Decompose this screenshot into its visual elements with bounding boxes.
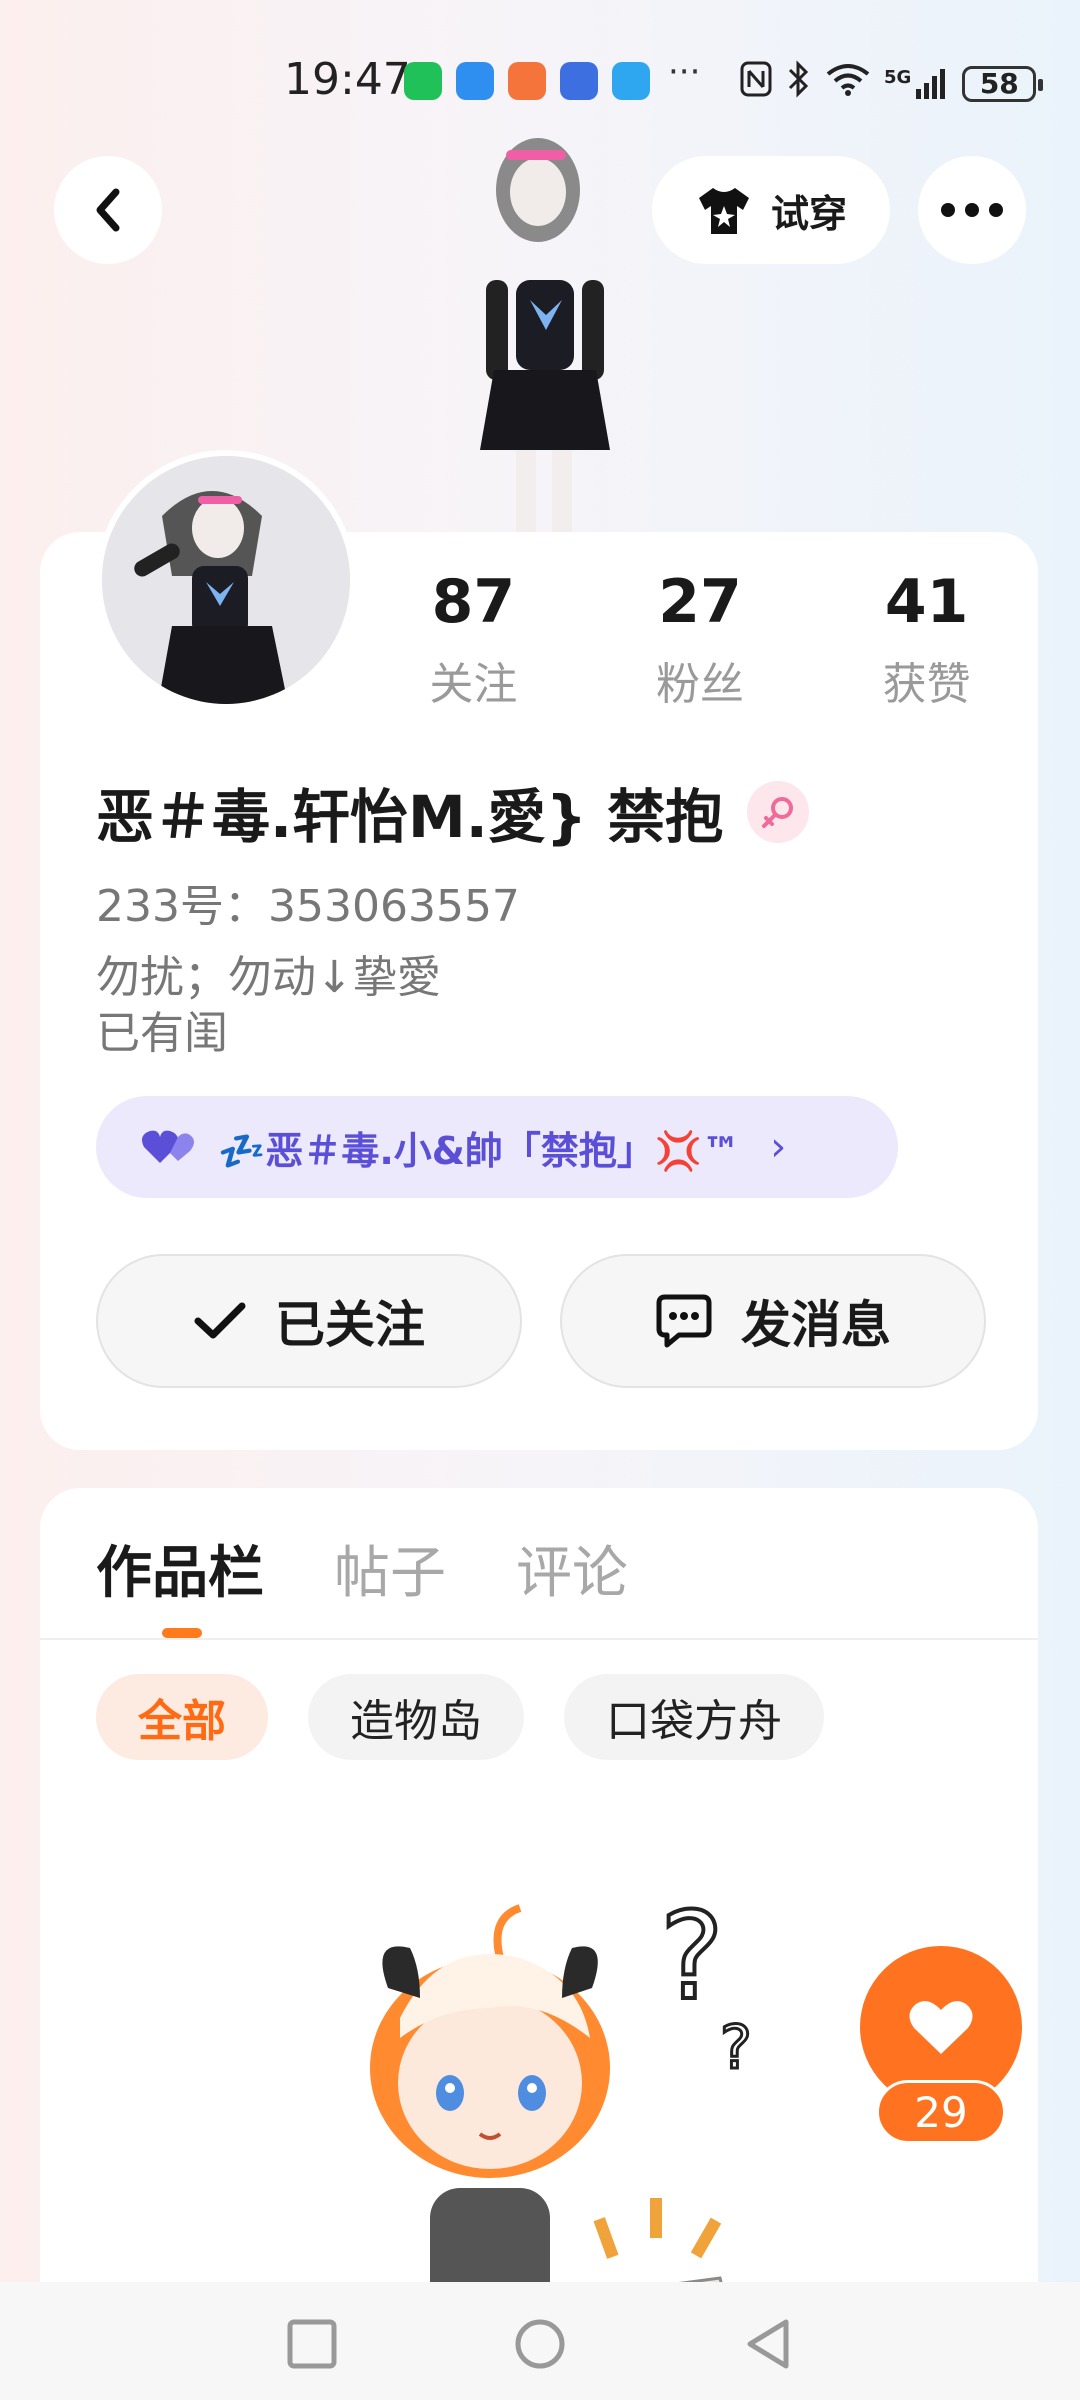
tab-works[interactable]: 作品栏: [96, 1528, 264, 1609]
chip-creation-island[interactable]: 造物岛: [308, 1674, 524, 1760]
double-heart-icon: [142, 1130, 194, 1163]
username-row: 恶＃毒.轩怡M.愛} 禁抱: [96, 770, 810, 854]
filter-chips: 全部 造物岛 口袋方舟: [96, 1674, 824, 1760]
female-gender-icon: [747, 781, 810, 843]
nfc-icon: [740, 61, 772, 106]
bluetooth-icon: [786, 60, 812, 107]
bio-line-2: 已有闺: [96, 1008, 228, 1059]
stat-following[interactable]: 87 关注: [360, 566, 587, 712]
username: 恶＃毒.轩怡M.愛} 禁抱: [96, 783, 724, 851]
bio-line-1: 勿扰；勿动↓挚愛: [96, 952, 441, 1003]
stat-followers-count: 27: [658, 567, 742, 637]
home-circle-icon[interactable]: [512, 2316, 568, 2372]
status-app-icons: [404, 62, 650, 100]
network-type-label: 5G: [884, 66, 912, 88]
avatar[interactable]: [96, 450, 356, 710]
back-triangle-icon[interactable]: [740, 2316, 796, 2372]
status-indicators: 5G 58: [740, 60, 1044, 107]
like-count: 29: [876, 2080, 1006, 2144]
app-store-icon: [508, 62, 546, 100]
more-options-button[interactable]: [918, 156, 1026, 264]
profile-stats: 87 关注 27 粉丝 41 获赞: [360, 566, 1040, 712]
tabs-divider: [40, 1638, 1038, 1640]
chip-all[interactable]: 全部: [96, 1674, 268, 1760]
status-time: 19:47: [284, 54, 411, 105]
stat-following-count: 87: [431, 567, 516, 637]
tshirt-icon: [698, 188, 749, 234]
chevron-right-icon: ›: [770, 1124, 787, 1170]
chip-pocket-ark[interactable]: 口袋方舟: [564, 1674, 824, 1760]
more-dots-icon: [941, 203, 1003, 217]
back-button[interactable]: [54, 156, 162, 264]
try-on-button[interactable]: 试穿: [652, 156, 890, 264]
works-tabs: 作品栏 帖子 评论: [96, 1528, 628, 1609]
system-nav-bar: [0, 2282, 1080, 2400]
user-id: 233号：353063557: [96, 881, 520, 932]
stat-followers[interactable]: 27 粉丝: [587, 566, 814, 712]
works-card: 作品栏 帖子 评论 全部 造物岛 口袋方舟 ? ?: [40, 1488, 1038, 2400]
family-link[interactable]: 💤恶＃毒.小&帥「禁抱」💢™ ›: [96, 1096, 898, 1198]
svg-text:?: ?: [720, 2013, 752, 2083]
weather-icon: [612, 62, 650, 100]
chevron-left-icon: [96, 188, 120, 232]
following-label: 已关注: [275, 1296, 425, 1354]
checkmark-icon: [194, 1302, 246, 1339]
tab-comments[interactable]: 评论: [516, 1528, 628, 1609]
message-app-icon: [456, 62, 494, 100]
send-message-label: 发消息: [741, 1296, 891, 1354]
heart-icon: [909, 2001, 973, 2054]
status-more-icon: ···: [668, 52, 701, 92]
stat-likes-count: 41: [884, 567, 969, 637]
send-message-button[interactable]: 发消息: [560, 1254, 986, 1388]
cellular-signal-icon: 5G: [884, 67, 948, 101]
svg-text:?: ?: [660, 1898, 724, 2027]
wechat-icon: [404, 62, 442, 100]
family-name: 💤恶＃毒.小&帥「禁抱」💢™: [218, 1128, 741, 1173]
stat-likes-label: 获赞: [882, 659, 971, 710]
battery-indicator: 58: [962, 65, 1044, 102]
active-tab-indicator: [162, 1628, 202, 1638]
chat-bubble-icon: [656, 1294, 712, 1348]
recents-square-icon[interactable]: [284, 2316, 340, 2372]
bio: 勿扰；勿动↓挚愛 已有闺: [96, 950, 441, 1062]
wifi-icon: [826, 62, 870, 105]
tab-posts[interactable]: 帖子: [334, 1528, 446, 1609]
stat-following-label: 关注: [429, 659, 518, 710]
following-button[interactable]: 已关注: [96, 1254, 522, 1388]
try-on-label: 试穿: [770, 191, 847, 236]
app-icon: [560, 62, 598, 100]
character-figure: [420, 130, 660, 540]
status-bar: 19:47 ··· 5G 58: [0, 50, 1080, 110]
stat-likes[interactable]: 41 获赞: [813, 566, 1040, 712]
stat-followers-label: 粉丝: [656, 659, 744, 710]
